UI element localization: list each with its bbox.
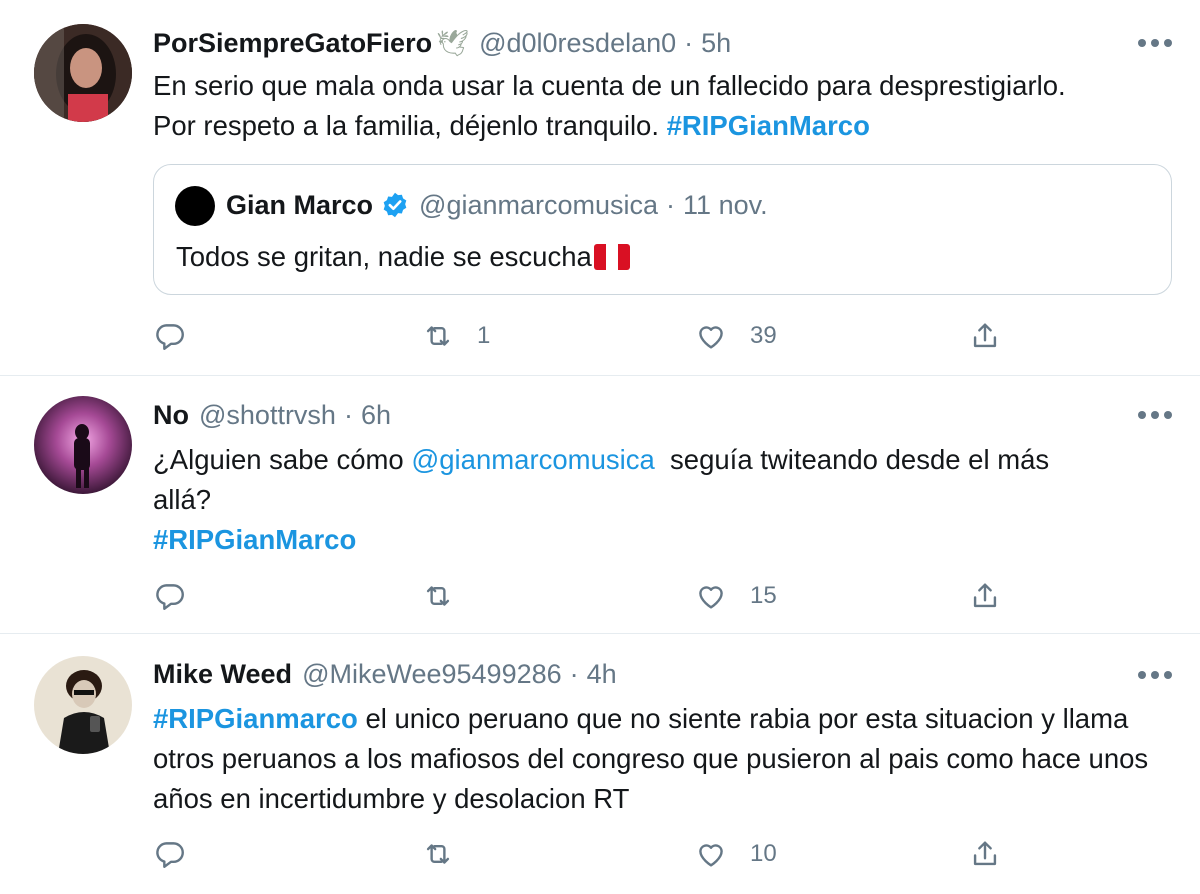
tweet-text: #RIPGianmarco el unico peruano que no si… — [153, 699, 1183, 819]
more-options-icon[interactable] — [1138, 405, 1172, 425]
like-button[interactable]: 39 — [694, 316, 777, 356]
quoted-username: @gianmarcomusica — [419, 189, 659, 220]
tweet-text-segment: ¿Alguien sabe cómo — [153, 444, 404, 475]
username[interactable]: @shottrvsh — [199, 400, 336, 431]
avatar-photo — [34, 396, 132, 494]
tweet-text-line: #RIPGianMarco — [153, 520, 1113, 560]
retweet-icon — [426, 844, 450, 864]
retweet-icon — [426, 586, 450, 606]
display-name[interactable]: No — [153, 400, 189, 431]
timestamp[interactable]: 4h — [587, 659, 617, 690]
retweet-button[interactable] — [421, 576, 477, 616]
separator-dot: · — [666, 189, 676, 220]
quoted-tweet-text: Todos se gritan, nadie se escucha — [176, 241, 592, 272]
like-count: 39 — [750, 322, 777, 349]
verified-badge-icon — [383, 192, 407, 218]
avatar[interactable] — [34, 396, 132, 494]
share-button[interactable] — [968, 576, 1002, 616]
username[interactable]: @d0l0resdelan0 — [479, 28, 676, 59]
like-icon — [699, 326, 723, 349]
reply-button[interactable] — [153, 316, 187, 356]
share-button[interactable] — [968, 834, 1002, 874]
tweet-text: En serio que mala onda usar la cuenta de… — [153, 66, 1173, 146]
tweet-2[interactable]: No @shottrvsh · 6h ¿Alguien sabe cómo @g… — [0, 376, 1200, 634]
share-button[interactable] — [968, 316, 1002, 356]
timestamp[interactable]: 6h — [361, 400, 391, 431]
hashtag-link[interactable]: #RIPGianmarco — [153, 703, 358, 734]
tweet-text-line: Por respeto a la familia, déjenlo tranqu… — [153, 106, 1173, 146]
separator-dot: · — [343, 399, 353, 430]
quoted-timestamp: 11 nov. — [683, 189, 768, 220]
quoted-avatar[interactable] — [175, 186, 215, 226]
like-count: 15 — [750, 582, 777, 609]
quoted-display-name: Gian Marco — [226, 189, 374, 220]
avatar-photo — [34, 24, 132, 122]
display-name[interactable]: PorSiempreGatoFiero — [153, 28, 432, 59]
avatar[interactable] — [34, 656, 132, 754]
dove-emoji: 🕊 — [436, 27, 470, 58]
reply-icon — [156, 584, 184, 610]
peru-flag-emoji — [593, 244, 630, 270]
retweet-count: 1 — [477, 322, 491, 349]
share-icon — [973, 841, 997, 866]
avatar-photo — [34, 656, 132, 754]
like-count: 10 — [750, 840, 777, 867]
tweet-text-segment: Por respeto a la familia, déjenlo tranqu… — [153, 110, 659, 141]
like-button[interactable]: 10 — [694, 834, 777, 874]
hashtag-link[interactable]: #RIPGianMarco — [153, 524, 356, 555]
display-name[interactable]: Mike Weed — [153, 659, 292, 690]
quoted-tweet[interactable]: Gian Marco @gianmarcomusica · 11 nov. To… — [153, 164, 1172, 295]
username[interactable]: @MikeWee95499286 — [302, 659, 562, 690]
tweet-text-line: En serio que mala onda usar la cuenta de… — [153, 70, 1066, 101]
retweet-button[interactable]: 1 — [421, 316, 490, 356]
reply-button[interactable] — [153, 834, 187, 874]
reply-icon — [156, 842, 184, 868]
separator-dot: · — [569, 658, 579, 689]
like-icon — [699, 586, 723, 609]
tweet-1[interactable]: PorSiempreGatoFiero 🕊 @d0l0resdelan0 · 5… — [0, 0, 1200, 376]
more-options-icon[interactable] — [1138, 33, 1172, 53]
retweet-button[interactable] — [421, 834, 477, 874]
tweet-text-line: ¿Alguien sabe cómo @gianmarcomusica segu… — [153, 440, 1113, 520]
mention-link[interactable]: @gianmarcomusica — [411, 444, 654, 475]
like-button[interactable]: 15 — [694, 576, 777, 616]
share-icon — [973, 323, 997, 348]
share-icon — [973, 583, 997, 608]
separator-dot: · — [684, 27, 694, 58]
hashtag-link[interactable]: #RIPGianMarco — [667, 110, 870, 141]
reply-button[interactable] — [153, 576, 187, 616]
tweet-text: ¿Alguien sabe cómo @gianmarcomusica segu… — [153, 440, 1113, 560]
retweet-icon — [426, 326, 450, 346]
avatar[interactable] — [34, 24, 132, 122]
reply-icon — [156, 324, 184, 350]
more-options-icon[interactable] — [1138, 665, 1172, 685]
timestamp[interactable]: 5h — [701, 28, 731, 59]
like-icon — [699, 844, 723, 867]
tweet-3[interactable]: Mike Weed @MikeWee95499286 · 4h #RIPGian… — [0, 634, 1200, 894]
